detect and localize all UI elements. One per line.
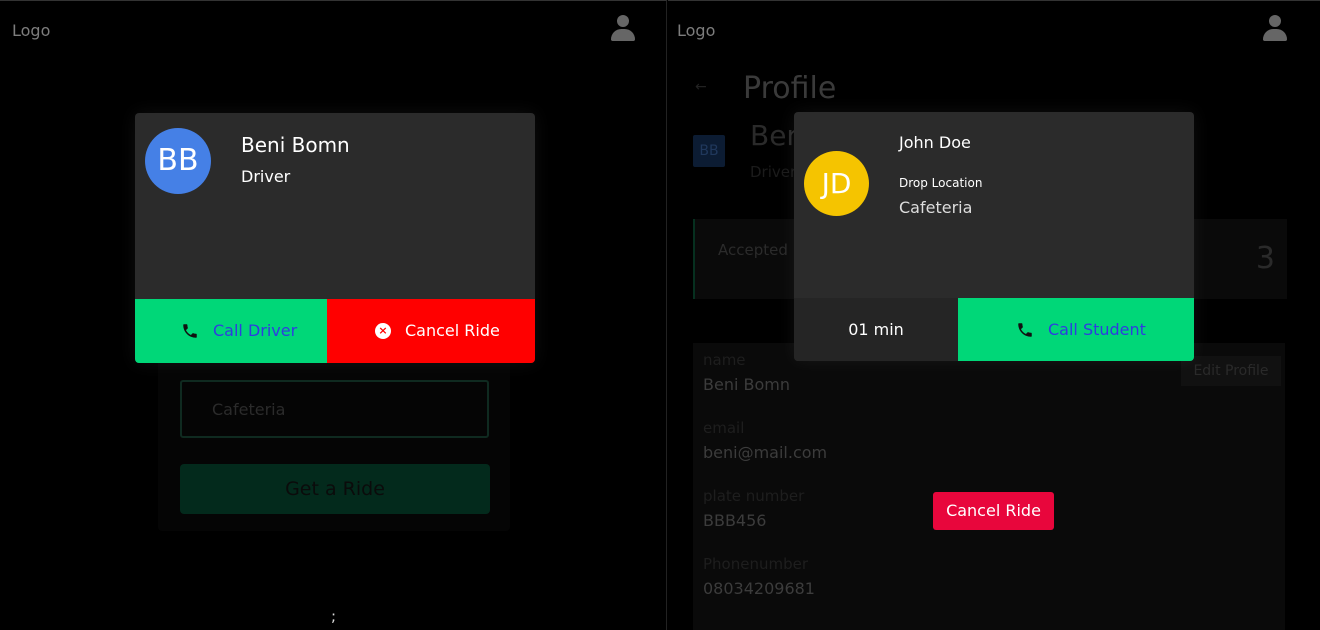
back-arrow-icon[interactable]: ← <box>695 79 707 95</box>
eta-display: 01 min <box>794 298 958 361</box>
cancel-ride-button[interactable]: × Cancel Ride <box>327 299 535 363</box>
field-value: Beni Bomn <box>703 375 790 394</box>
field-value: BBB456 <box>703 511 767 530</box>
field-label: plate number <box>703 487 805 505</box>
stray-text: ; <box>331 607 337 625</box>
field-label: name <box>703 351 746 369</box>
student-modal: JD John Doe Drop Location Cafeteria 01 m… <box>794 112 1194 361</box>
driver-name: Beni Bomn <box>241 133 350 157</box>
call-student-label: Call Student <box>1048 320 1146 339</box>
user-icon[interactable] <box>610 15 636 43</box>
destination-value: Cafeteria <box>212 400 286 419</box>
student-name: John Doe <box>899 133 971 152</box>
driver-screen: Logo ← Profile BB Beni Bomn Driver Accep… <box>668 0 1320 630</box>
phone-icon <box>1018 322 1032 337</box>
user-icon[interactable] <box>1262 15 1288 43</box>
get-ride-button[interactable]: Get a Ride <box>180 464 490 514</box>
call-student-button[interactable]: Call Student <box>958 298 1194 361</box>
driver-avatar: BB <box>145 128 211 194</box>
phone-icon <box>183 323 197 338</box>
cancel-ride-button[interactable]: Cancel Ride <box>933 492 1054 530</box>
field-value: 08034209681 <box>703 579 815 598</box>
field-label: email <box>703 419 745 437</box>
cancel-ride-label: Cancel Ride <box>405 321 500 340</box>
stat-label: Accepted <box>718 241 788 259</box>
edit-profile-button[interactable]: Edit Profile <box>1181 356 1281 386</box>
stat-value: 3 <box>1255 241 1275 276</box>
drop-location-label: Drop Location <box>899 176 983 190</box>
field-value: beni@mail.com <box>703 443 828 462</box>
driver-modal: BB Beni Bomn Driver Call Driver × Cancel… <box>135 113 535 363</box>
call-driver-button[interactable]: Call Driver <box>135 299 327 363</box>
page-title: Profile <box>743 71 837 106</box>
close-circle-icon: × <box>375 322 391 339</box>
rider-screen: Logo Cafeteria Get a Ride ; BB Beni Bomn… <box>0 0 667 630</box>
call-driver-label: Call Driver <box>213 321 298 340</box>
profile-avatar: BB <box>693 135 725 167</box>
student-avatar: JD <box>804 151 869 216</box>
logo[interactable]: Logo <box>12 21 50 40</box>
driver-role: Driver <box>241 167 291 186</box>
logo[interactable]: Logo <box>677 21 715 40</box>
drop-location-value: Cafeteria <box>899 198 973 217</box>
driver-actions: Call Driver × Cancel Ride <box>135 299 535 363</box>
destination-input[interactable]: Cafeteria <box>180 380 489 438</box>
field-label: Phonenumber <box>703 555 809 573</box>
profile-role: Driver <box>750 163 797 181</box>
